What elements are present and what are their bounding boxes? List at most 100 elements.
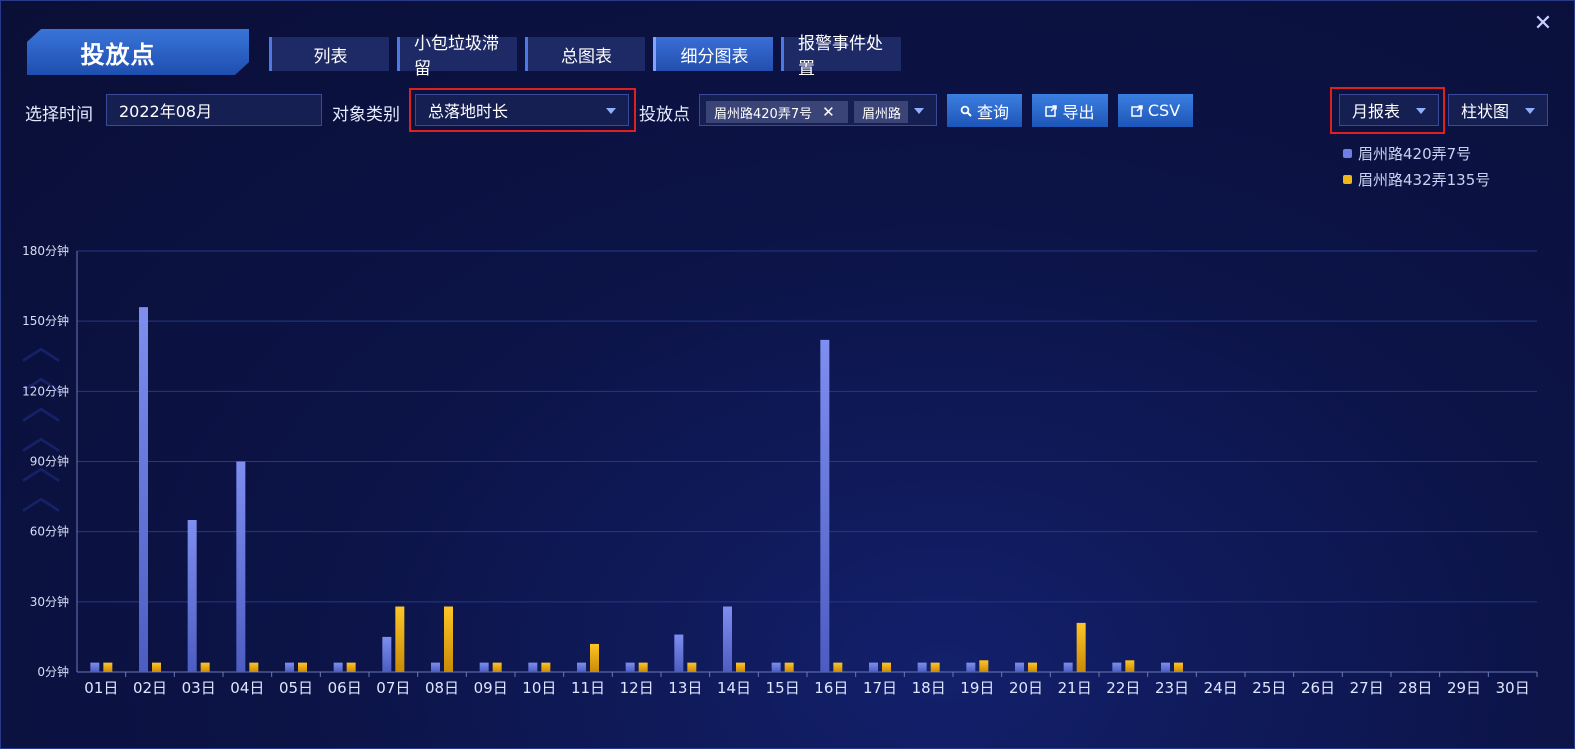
remove-icon[interactable]: ✕ — [822, 103, 835, 121]
bar-series-1 — [869, 662, 878, 672]
search-icon — [960, 105, 972, 117]
x-tick-label: 06日 — [328, 679, 362, 697]
bar-series-1 — [820, 339, 830, 672]
x-tick-label: 28日 — [1398, 679, 1432, 697]
bar-series-1 — [674, 634, 684, 672]
y-tick-label: 120分钟 — [22, 383, 69, 398]
x-tick-label: 05日 — [279, 679, 313, 697]
x-tick-label: 22日 — [1106, 679, 1140, 697]
csv-button[interactable]: CSV — [1118, 94, 1193, 127]
caret-down-icon — [914, 108, 924, 114]
x-tick-label: 25日 — [1252, 679, 1286, 697]
bar-series-2 — [1076, 622, 1086, 672]
bar-series-1 — [966, 662, 976, 672]
x-tick-label: 17日 — [863, 679, 897, 697]
type-label: 对象类别 — [332, 105, 400, 125]
x-tick-label: 03日 — [182, 679, 216, 697]
bar-series-1 — [431, 662, 440, 672]
x-tick-label: 26日 — [1301, 679, 1335, 697]
bar-series-2 — [687, 662, 697, 672]
legend-swatch — [1343, 148, 1352, 158]
export-button[interactable]: 导出 — [1032, 94, 1108, 127]
bar-series-2 — [833, 662, 843, 672]
y-tick-label: 0分钟 — [37, 664, 69, 679]
x-tick-label: 27日 — [1350, 679, 1384, 697]
bar-series-1 — [1112, 662, 1122, 672]
month-value: 2022年08月 — [119, 102, 213, 121]
chart-type-value: 柱状图 — [1461, 102, 1510, 121]
point-chip[interactable]: 眉州路420弄7号 ✕ — [706, 101, 848, 123]
x-tick-label: 23日 — [1155, 679, 1189, 697]
bar-series-2 — [1125, 660, 1135, 672]
bar-series-2 — [1174, 662, 1183, 672]
bar-series-2 — [1028, 662, 1037, 672]
point-chip[interactable]: 眉州路 — [854, 101, 908, 123]
x-tick-label: 30日 — [1496, 679, 1530, 697]
highlight-box-report — [1330, 87, 1445, 134]
bar-series-2 — [541, 662, 551, 672]
bar-series-2 — [492, 662, 502, 672]
x-tick-label: 24日 — [1204, 679, 1238, 697]
bar-series-2 — [103, 662, 113, 672]
bar-series-2 — [784, 662, 794, 672]
bar-series-1 — [917, 662, 927, 672]
page-title: 投放点 — [27, 29, 249, 75]
tab-detail-chart[interactable]: 细分图表 — [653, 37, 773, 71]
x-tick-label: 13日 — [668, 679, 702, 697]
legend-item[interactable]: 眉州路432弄135号 — [1343, 166, 1490, 192]
export-icon — [1131, 104, 1143, 117]
x-tick-label: 21日 — [1058, 679, 1092, 697]
x-tick-label: 01日 — [84, 679, 118, 697]
x-tick-label: 08日 — [425, 679, 459, 697]
point-multiselect[interactable]: 眉州路420弄7号 ✕ 眉州路 — [699, 94, 937, 126]
dialog-window: ︿ ︿ ︿ ︿ ︿ ︿ ✕ 投放点 列表 小包垃圾滞留 总图表 细分图表 报警事件处置 选… — [0, 0, 1575, 749]
tab-alarm-handling[interactable]: 报警事件处置 — [781, 34, 901, 79]
bar-series-2 — [979, 660, 989, 672]
x-tick-label: 20日 — [1009, 679, 1043, 697]
close-icon[interactable]: ✕ — [1532, 13, 1554, 35]
y-tick-label: 150分钟 — [22, 313, 69, 328]
tab-list[interactable]: 列表 — [269, 37, 389, 71]
tab-small-garbage[interactable]: 小包垃圾滞留 — [397, 34, 517, 79]
point-label: 投放点 — [639, 105, 690, 125]
bar-series-2 — [590, 643, 599, 672]
bar-series-2 — [298, 662, 307, 672]
bar-series-2 — [152, 662, 161, 672]
bar-series-1 — [187, 519, 197, 672]
y-tick-label: 90分钟 — [30, 454, 69, 469]
bar-series-1 — [479, 662, 489, 672]
time-label: 选择时间 — [25, 105, 93, 125]
legend-swatch — [1343, 174, 1352, 184]
x-tick-label: 11日 — [571, 679, 605, 697]
bar-series-1 — [625, 662, 635, 672]
month-picker[interactable]: 2022年08月 — [106, 94, 322, 126]
legend-item[interactable]: 眉州路420弄7号 — [1343, 140, 1490, 166]
bar-series-2 — [736, 662, 745, 672]
bar-series-2 — [249, 662, 259, 672]
chart-type-select[interactable]: 柱状图 — [1448, 94, 1548, 126]
x-tick-label: 29日 — [1447, 679, 1481, 697]
bar-series-2 — [395, 606, 405, 672]
query-button[interactable]: 查询 — [947, 94, 1022, 127]
x-tick-label: 02日 — [133, 679, 167, 697]
bar-series-1 — [771, 662, 781, 672]
bar-series-1 — [236, 461, 246, 672]
bar-series-2 — [882, 662, 891, 672]
x-tick-label: 18日 — [912, 679, 946, 697]
x-tick-label: 16日 — [814, 679, 848, 697]
bar-series-1 — [577, 662, 586, 672]
y-tick-label: 30分钟 — [30, 594, 69, 609]
bar-series-1 — [1161, 662, 1170, 672]
bar-series-1 — [285, 662, 294, 672]
x-tick-label: 07日 — [376, 679, 410, 697]
bar-chart: 0分钟 30分钟 60分钟 90分钟 120分钟 150分钟 180分钟 01日 02日 03日 0… — [22, 243, 1538, 697]
x-tick-label: 15日 — [766, 679, 800, 697]
x-tick-label: 12日 — [620, 679, 654, 697]
caret-down-icon — [1525, 108, 1535, 114]
bar-series-2 — [444, 606, 453, 672]
bar-series-1 — [382, 636, 392, 672]
tab-overall-chart[interactable]: 总图表 — [525, 37, 645, 71]
filter-bar: 选择时间 2022年08月 对象类别 总落地时长 投放点 眉州路420弄7号 ✕ … — [25, 87, 1555, 134]
y-tick-label: 180分钟 — [22, 243, 69, 258]
chart-legend: 眉州路420弄7号 眉州路432弄135号 — [1343, 140, 1490, 192]
